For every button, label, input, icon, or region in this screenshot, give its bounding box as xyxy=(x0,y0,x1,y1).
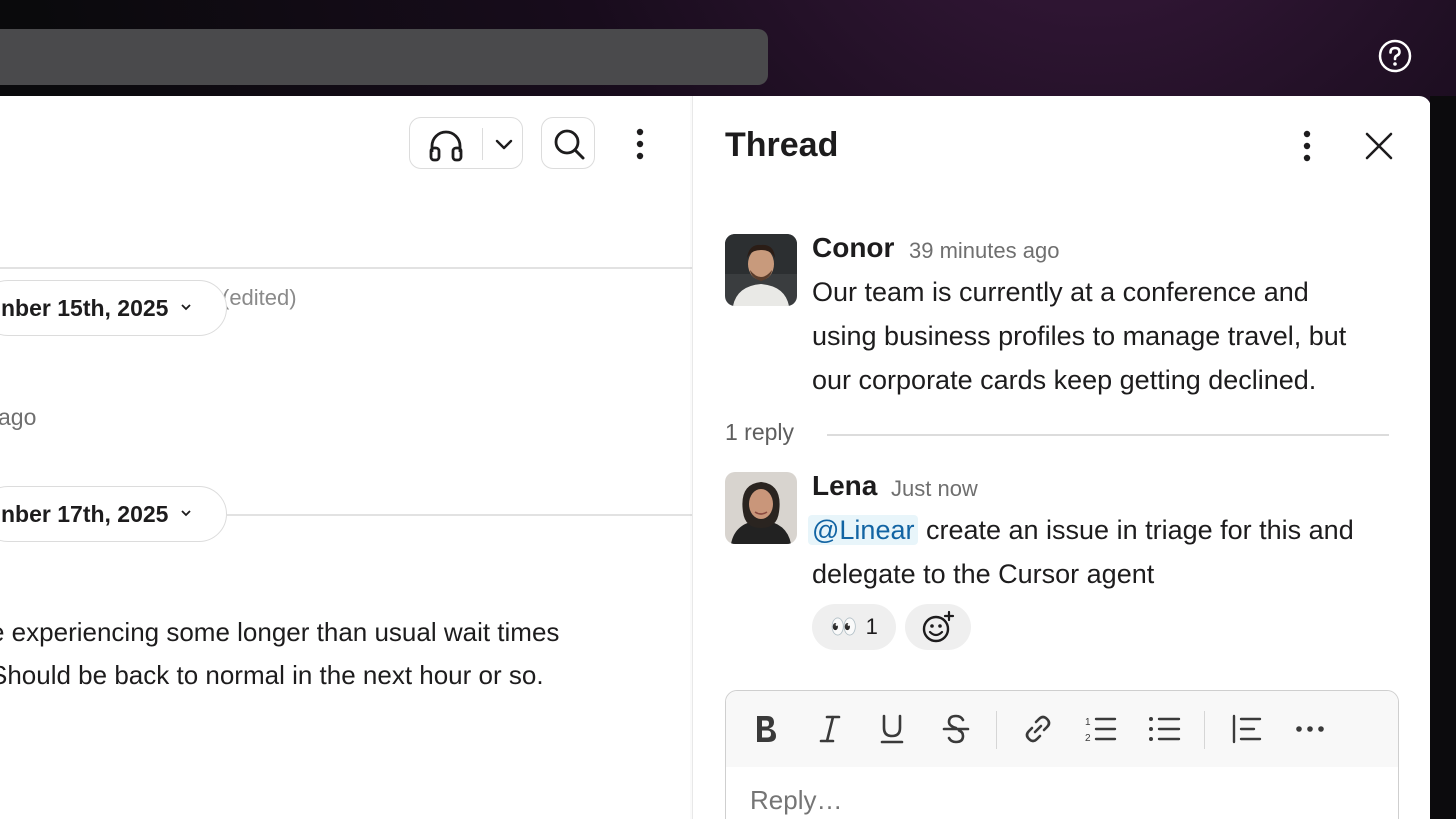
avatar[interactable] xyxy=(725,234,797,306)
add-reaction-icon xyxy=(922,610,955,643)
chevron-down-icon xyxy=(180,506,192,522)
more-formatting-icon[interactable] xyxy=(1292,711,1328,747)
avatar[interactable] xyxy=(725,472,797,544)
kebab-menu-icon[interactable] xyxy=(632,126,648,162)
date-divider[interactable]: nber 15th, 2025 xyxy=(0,280,227,336)
divider-line xyxy=(0,267,692,269)
message-timestamp[interactable]: 39 minutes ago xyxy=(909,238,1059,264)
reply-divider xyxy=(827,434,1389,436)
message-line: Our team is currently at a conference an… xyxy=(812,277,1309,307)
top-bar xyxy=(0,0,1456,96)
italic-icon[interactable] xyxy=(812,711,848,747)
button-divider xyxy=(482,128,483,160)
underline-icon[interactable] xyxy=(874,711,910,747)
reply-composer: 12 xyxy=(725,690,1399,819)
thread-pane: Thread Conor 39 minutes ago Our team is … xyxy=(692,96,1431,819)
user-mention[interactable]: @Linear xyxy=(808,515,919,545)
svg-text:1: 1 xyxy=(1085,717,1091,728)
message-timestamp[interactable]: Just now xyxy=(891,476,978,502)
message-author[interactable]: Conor xyxy=(812,232,894,264)
date-divider-label: nber 15th, 2025 xyxy=(1,294,169,321)
close-icon[interactable] xyxy=(1363,130,1395,162)
chevron-down-icon[interactable] xyxy=(494,134,514,154)
timestamp-fragment: ago xyxy=(0,404,37,430)
date-divider[interactable]: nber 17th, 2025 xyxy=(0,486,227,542)
message-body: Our team is currently at a conference an… xyxy=(812,270,1412,402)
kebab-menu-icon[interactable] xyxy=(1299,128,1315,164)
strikethrough-icon[interactable] xyxy=(938,711,974,747)
channel-pane: (edited) nber 15th, 2025 ago nber 17th, … xyxy=(0,96,692,819)
search-icon xyxy=(554,129,585,160)
reaction-pill[interactable]: 👀 1 xyxy=(812,604,896,650)
chevron-down-icon xyxy=(180,300,192,316)
workspace-search-bar[interactable] xyxy=(0,29,768,85)
message-author[interactable]: Lena xyxy=(812,470,877,502)
channel-message: e experiencing some longer than usual wa… xyxy=(0,611,690,697)
edited-label: (edited) xyxy=(222,285,297,310)
svg-text:2: 2 xyxy=(1085,733,1091,744)
message-line: @Linear create an issue in triage for th… xyxy=(808,508,1412,552)
message-line: e experiencing some longer than usual wa… xyxy=(0,617,560,647)
headphones-icon[interactable] xyxy=(428,128,464,162)
reply-count: 1 reply xyxy=(725,419,795,445)
add-reaction-button[interactable] xyxy=(905,604,971,650)
message-line: our corporate cards keep getting decline… xyxy=(812,365,1317,395)
huddle-button-group[interactable] xyxy=(409,117,523,169)
formatting-toolbar: 12 xyxy=(726,691,1398,767)
ordered-list-icon[interactable]: 12 xyxy=(1082,711,1118,747)
message-text: create an issue in triage for this and xyxy=(918,515,1354,545)
blockquote-icon[interactable] xyxy=(1228,711,1264,747)
help-icon[interactable] xyxy=(1378,39,1412,73)
divider-line xyxy=(227,514,692,516)
message-line: delegate to the Cursor agent xyxy=(812,559,1155,589)
toolbar-divider xyxy=(996,711,997,749)
bulleted-list-icon[interactable] xyxy=(1146,711,1182,747)
toolbar-divider xyxy=(1204,711,1205,749)
window-edge xyxy=(1430,96,1456,819)
message-line: Should be back to normal in the next hou… xyxy=(0,660,544,690)
search-button[interactable] xyxy=(541,117,595,169)
date-divider-label: nber 17th, 2025 xyxy=(1,500,169,527)
link-icon[interactable] xyxy=(1020,711,1056,747)
thread-title: Thread xyxy=(725,126,839,164)
bold-icon[interactable] xyxy=(748,711,784,747)
eyes-emoji: 👀 xyxy=(830,614,858,639)
message-body: @Linear create an issue in triage for th… xyxy=(808,508,1412,596)
reply-input[interactable] xyxy=(750,785,1350,816)
reaction-count: 1 xyxy=(865,614,878,639)
message-line: using business profiles to manage travel… xyxy=(812,321,1347,351)
